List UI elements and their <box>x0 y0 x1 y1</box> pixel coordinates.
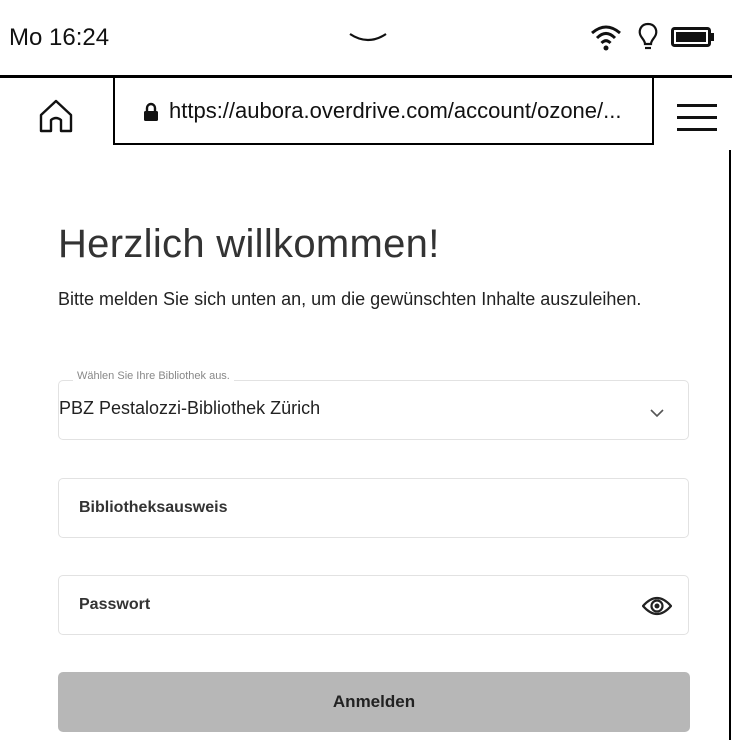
frontlight-icon[interactable] <box>637 22 659 57</box>
menu-icon[interactable] <box>677 104 717 131</box>
url-text: https://aubora.overdrive.com/account/ozo… <box>169 98 622 123</box>
screen-edge <box>729 150 731 740</box>
password-field[interactable]: Passwort <box>58 575 689 635</box>
show-password-eye-icon[interactable] <box>641 596 673 621</box>
intro-text: Bitte melden Sie sich unten an, um die g… <box>58 289 642 309</box>
library-select-value: PBZ Pestalozzi-Bibliothek Zürich <box>59 398 321 418</box>
library-card-field[interactable]: Bibliotheksausweis <box>58 478 689 538</box>
status-bar: Mo 16:24 <box>0 0 732 80</box>
library-card-placeholder: Bibliotheksausweis <box>79 499 228 516</box>
chevron-down-icon <box>650 405 664 423</box>
sign-in-button[interactable]: Anmelden <box>58 672 690 732</box>
wifi-icon <box>590 23 622 56</box>
lock-icon <box>143 102 159 127</box>
home-icon[interactable] <box>38 98 74 134</box>
page-title: Herzlich willkommen! <box>58 222 440 266</box>
address-bar[interactable]: https://aubora.overdrive.com/account/ozo… <box>113 78 654 145</box>
browser-toolbar: https://aubora.overdrive.com/account/ozo… <box>0 78 732 150</box>
pull-down-chevron-icon[interactable] <box>348 32 388 51</box>
library-select-label: Wählen Sie Ihre Bibliothek aus. <box>73 370 234 382</box>
library-select[interactable]: Wählen Sie Ihre Bibliothek aus. PBZ Pest… <box>58 370 689 440</box>
password-placeholder: Passwort <box>79 596 151 613</box>
status-time: Mo 16:24 <box>9 24 110 51</box>
battery-icon <box>671 27 715 52</box>
